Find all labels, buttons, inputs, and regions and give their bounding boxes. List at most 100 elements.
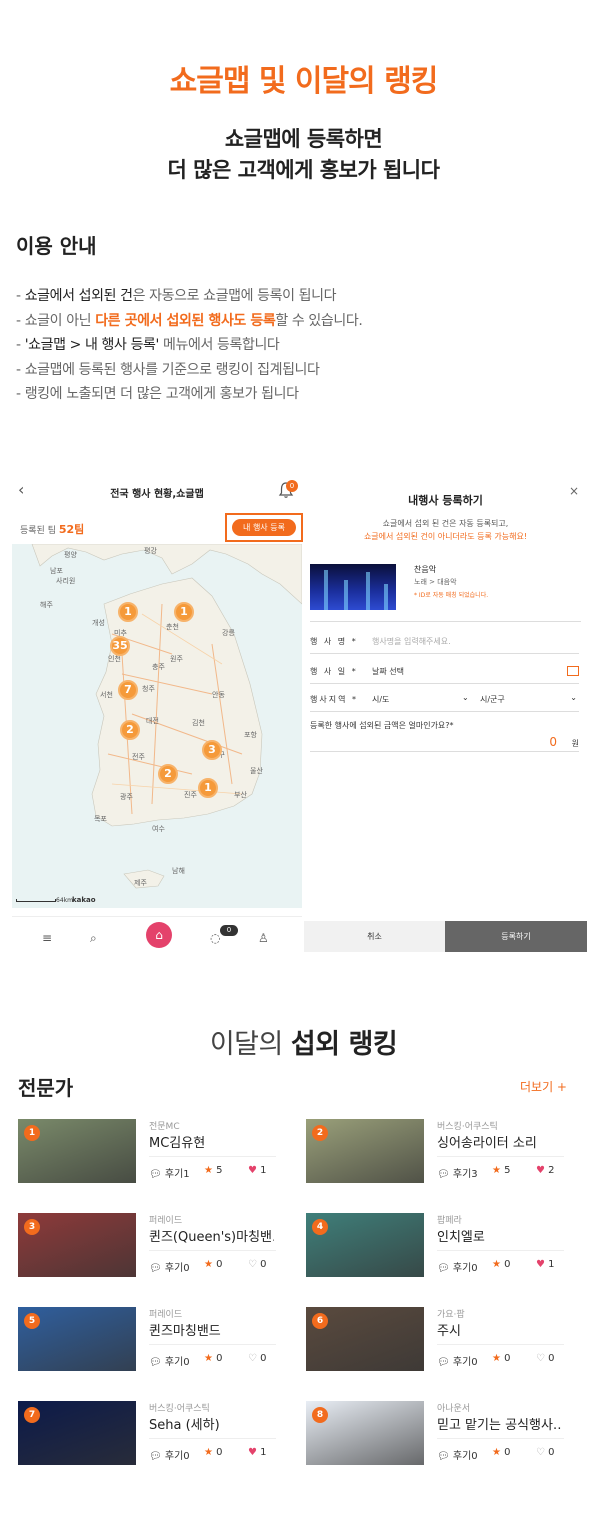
event-date-field[interactable]: 행 사 일 * 날짜 선택 xyxy=(310,662,579,684)
like-count[interactable]: ♡ 0 xyxy=(536,1447,555,1458)
like-count[interactable]: ♥ 1 xyxy=(248,1165,267,1176)
region-select-2[interactable]: 시/군구 xyxy=(480,694,505,705)
event-date-input[interactable]: 날짜 선택 xyxy=(372,666,404,677)
amount-question: 등록한 행사에 섭외된 금액은 얼마인가요?* xyxy=(310,721,454,730)
kakao-logo: kakao xyxy=(72,896,96,904)
korea-map[interactable]: 평양 남포 사리원 해주 개성 미추 인천 춘천 강릉 원주 충주 청주 대전 … xyxy=(12,544,302,908)
review-count: 💬︎ 후기0 xyxy=(149,1357,190,1368)
ranking-card[interactable]: 1 전문MC MC김유현 💬︎ 후기1 ★ 5 ♥ 1 xyxy=(18,1119,276,1185)
star-rating: ★ 0 xyxy=(492,1447,511,1458)
performer-name[interactable]: 퀸즈(Queen's)마칭밴… xyxy=(149,1226,274,1245)
ranking-card[interactable]: 4 팝페라 인치엘로 💬︎ 후기0 ★ 0 ♥ 1 xyxy=(306,1213,564,1279)
map-label: 전주 xyxy=(132,753,145,761)
map-cluster-pin[interactable]: 1 xyxy=(174,602,194,622)
map-label: 평강 xyxy=(144,547,157,555)
submit-button[interactable]: 등록하기 xyxy=(445,921,587,952)
performer-photo[interactable]: 8 xyxy=(306,1401,424,1465)
performer-category: 팝페라 xyxy=(437,1216,462,1226)
calendar-icon[interactable] xyxy=(567,666,579,676)
like-count[interactable]: ♡ 0 xyxy=(536,1353,555,1364)
map-cluster-pin[interactable]: 2 xyxy=(120,720,140,740)
star-rating: ★ 0 xyxy=(492,1353,511,1364)
map-cluster-pin[interactable]: 3 xyxy=(202,740,222,760)
close-icon[interactable]: × xyxy=(569,484,579,498)
heart-icon[interactable]: ♥ xyxy=(248,1165,257,1176)
heart-icon[interactable]: ♥ xyxy=(536,1165,545,1176)
ranking-card[interactable]: 2 버스킹·어쿠스틱 싱어송라이터 소리 💬︎ 후기3 ★ 5 ♥ 2 xyxy=(306,1119,564,1185)
guide-item: - 쇼글이 아닌 다른 곳에서 섭외된 행사도 등록할 수 있습니다. xyxy=(16,312,363,329)
performer-photo[interactable]: 7 xyxy=(18,1401,136,1465)
star-rating: ★ 0 xyxy=(204,1259,223,1270)
more-link[interactable]: 더보기 + xyxy=(520,1078,567,1095)
performer-photo[interactable]: 4 xyxy=(306,1213,424,1277)
heart-icon[interactable]: ♡ xyxy=(248,1353,257,1364)
performer-category: 버스킹·어쿠스틱 xyxy=(149,1404,210,1414)
heart-icon[interactable]: ♥ xyxy=(536,1259,545,1270)
star-icon: ★ xyxy=(492,1353,501,1364)
performer-photo[interactable]: 2 xyxy=(306,1119,424,1183)
review-icon: 💬︎ xyxy=(149,1169,162,1180)
ranking-card[interactable]: 7 버스킹·어쿠스틱 Seha (세하) 💬︎ 후기0 ★ 0 ♥ 1 xyxy=(18,1401,276,1467)
amount-field[interactable]: 0 원 xyxy=(310,732,579,752)
map-label: 청주 xyxy=(142,685,155,693)
map-cluster-pin[interactable]: 1 xyxy=(118,602,138,622)
performer-photo[interactable]: 6 xyxy=(306,1307,424,1371)
map-label: 진주 xyxy=(184,791,197,799)
divider xyxy=(310,621,581,622)
performer-photo[interactable]: 5 xyxy=(18,1307,136,1371)
performer-name[interactable]: 퀸즈마칭밴드 xyxy=(149,1320,274,1339)
map-cluster-pin[interactable]: 35 xyxy=(110,636,130,656)
star-icon: ★ xyxy=(204,1353,213,1364)
map-label: 춘천 xyxy=(166,623,179,631)
performer-name[interactable]: 믿고 맡기는 공식행사… xyxy=(437,1414,562,1433)
ranking-card[interactable]: 6 가요·팝 주시 💬︎ 후기0 ★ 0 ♡ 0 xyxy=(306,1307,564,1373)
cancel-button[interactable]: 취소 xyxy=(304,921,445,952)
divider xyxy=(149,1438,276,1439)
like-count[interactable]: ♥ 1 xyxy=(248,1447,267,1458)
like-count[interactable]: ♥ 2 xyxy=(536,1165,555,1176)
performer-name[interactable]: 인치엘로 xyxy=(437,1226,562,1245)
event-name-field[interactable]: 행 사 명 * 행사명을 입력해주세요. xyxy=(310,632,579,654)
register-screen: 내행사 등록하기 × 쇼글에서 섭외 된 건은 자동 등록되고, 쇼글에서 섭외… xyxy=(304,476,587,954)
ranking-card[interactable]: 3 퍼레이드 퀸즈(Queen's)마칭밴… 💬︎ 후기0 ★ 0 ♡ 0 xyxy=(18,1213,276,1279)
register-highlight: 내 행사 등록 xyxy=(225,513,303,542)
like-count[interactable]: ♥ 1 xyxy=(536,1259,555,1270)
notification-badge: 0 xyxy=(286,480,298,492)
heart-icon[interactable]: ♥ xyxy=(248,1447,257,1458)
event-name-input[interactable]: 행사명을 입력해주세요. xyxy=(372,636,451,647)
like-count[interactable]: ♡ 0 xyxy=(248,1353,267,1364)
heart-icon[interactable]: ♡ xyxy=(536,1447,545,1458)
search-icon[interactable]: ⌕ xyxy=(90,931,97,946)
performer-category: 버스킹·어쿠스틱 xyxy=(437,1122,498,1132)
my-event-register-button[interactable]: 내 행사 등록 xyxy=(232,519,296,536)
chevron-down-icon[interactable]: ⌄ xyxy=(570,693,577,702)
hero-subtitle: 쇼글맵에 등록하면 더 많은 고객에게 홍보가 됩니다 xyxy=(0,124,607,186)
ranking-card[interactable]: 5 퍼레이드 퀸즈마칭밴드 💬︎ 후기0 ★ 0 ♡ 0 xyxy=(18,1307,276,1373)
performer-name[interactable]: Seha (세하) xyxy=(149,1414,274,1433)
performer-photo[interactable]: 3 xyxy=(18,1213,136,1277)
like-count[interactable]: ♡ 0 xyxy=(248,1259,267,1270)
menu-icon[interactable]: ≡ xyxy=(42,931,52,945)
event-region-field[interactable]: 행사지역 * 시/도 ⌄ 시/군구 ⌄ xyxy=(310,690,579,712)
map-label: 해주 xyxy=(40,601,53,609)
map-cluster-pin[interactable]: 7 xyxy=(118,680,138,700)
event-region-label: 행사지역 * xyxy=(310,695,358,704)
home-icon[interactable]: ⌂ xyxy=(146,922,172,948)
chevron-down-icon[interactable]: ⌄ xyxy=(462,693,469,702)
performer-photo[interactable]: 1 xyxy=(18,1119,136,1183)
map-cluster-pin[interactable]: 1 xyxy=(198,778,218,798)
map-label: 안동 xyxy=(212,691,225,699)
performer-category: 가요·팝 xyxy=(437,1310,465,1320)
map-cluster-pin[interactable]: 2 xyxy=(158,764,178,784)
ranking-card[interactable]: 8 아나운서 믿고 맡기는 공식행사… 💬︎ 후기0 ★ 0 ♡ 0 xyxy=(306,1401,564,1467)
performer-name[interactable]: 싱어송라이터 소리 xyxy=(437,1132,562,1151)
user-icon[interactable]: ♙ xyxy=(258,931,269,945)
amount-input[interactable]: 0 xyxy=(549,735,557,749)
performer-name[interactable]: MC김유현 xyxy=(149,1132,274,1151)
chat-icon[interactable]: ◌ xyxy=(210,931,220,945)
heart-icon[interactable]: ♡ xyxy=(536,1353,545,1364)
star-icon: ★ xyxy=(492,1447,501,1458)
performer-name[interactable]: 주시 xyxy=(437,1320,562,1339)
heart-icon[interactable]: ♡ xyxy=(248,1259,257,1270)
region-select-1[interactable]: 시/도 xyxy=(372,694,389,705)
